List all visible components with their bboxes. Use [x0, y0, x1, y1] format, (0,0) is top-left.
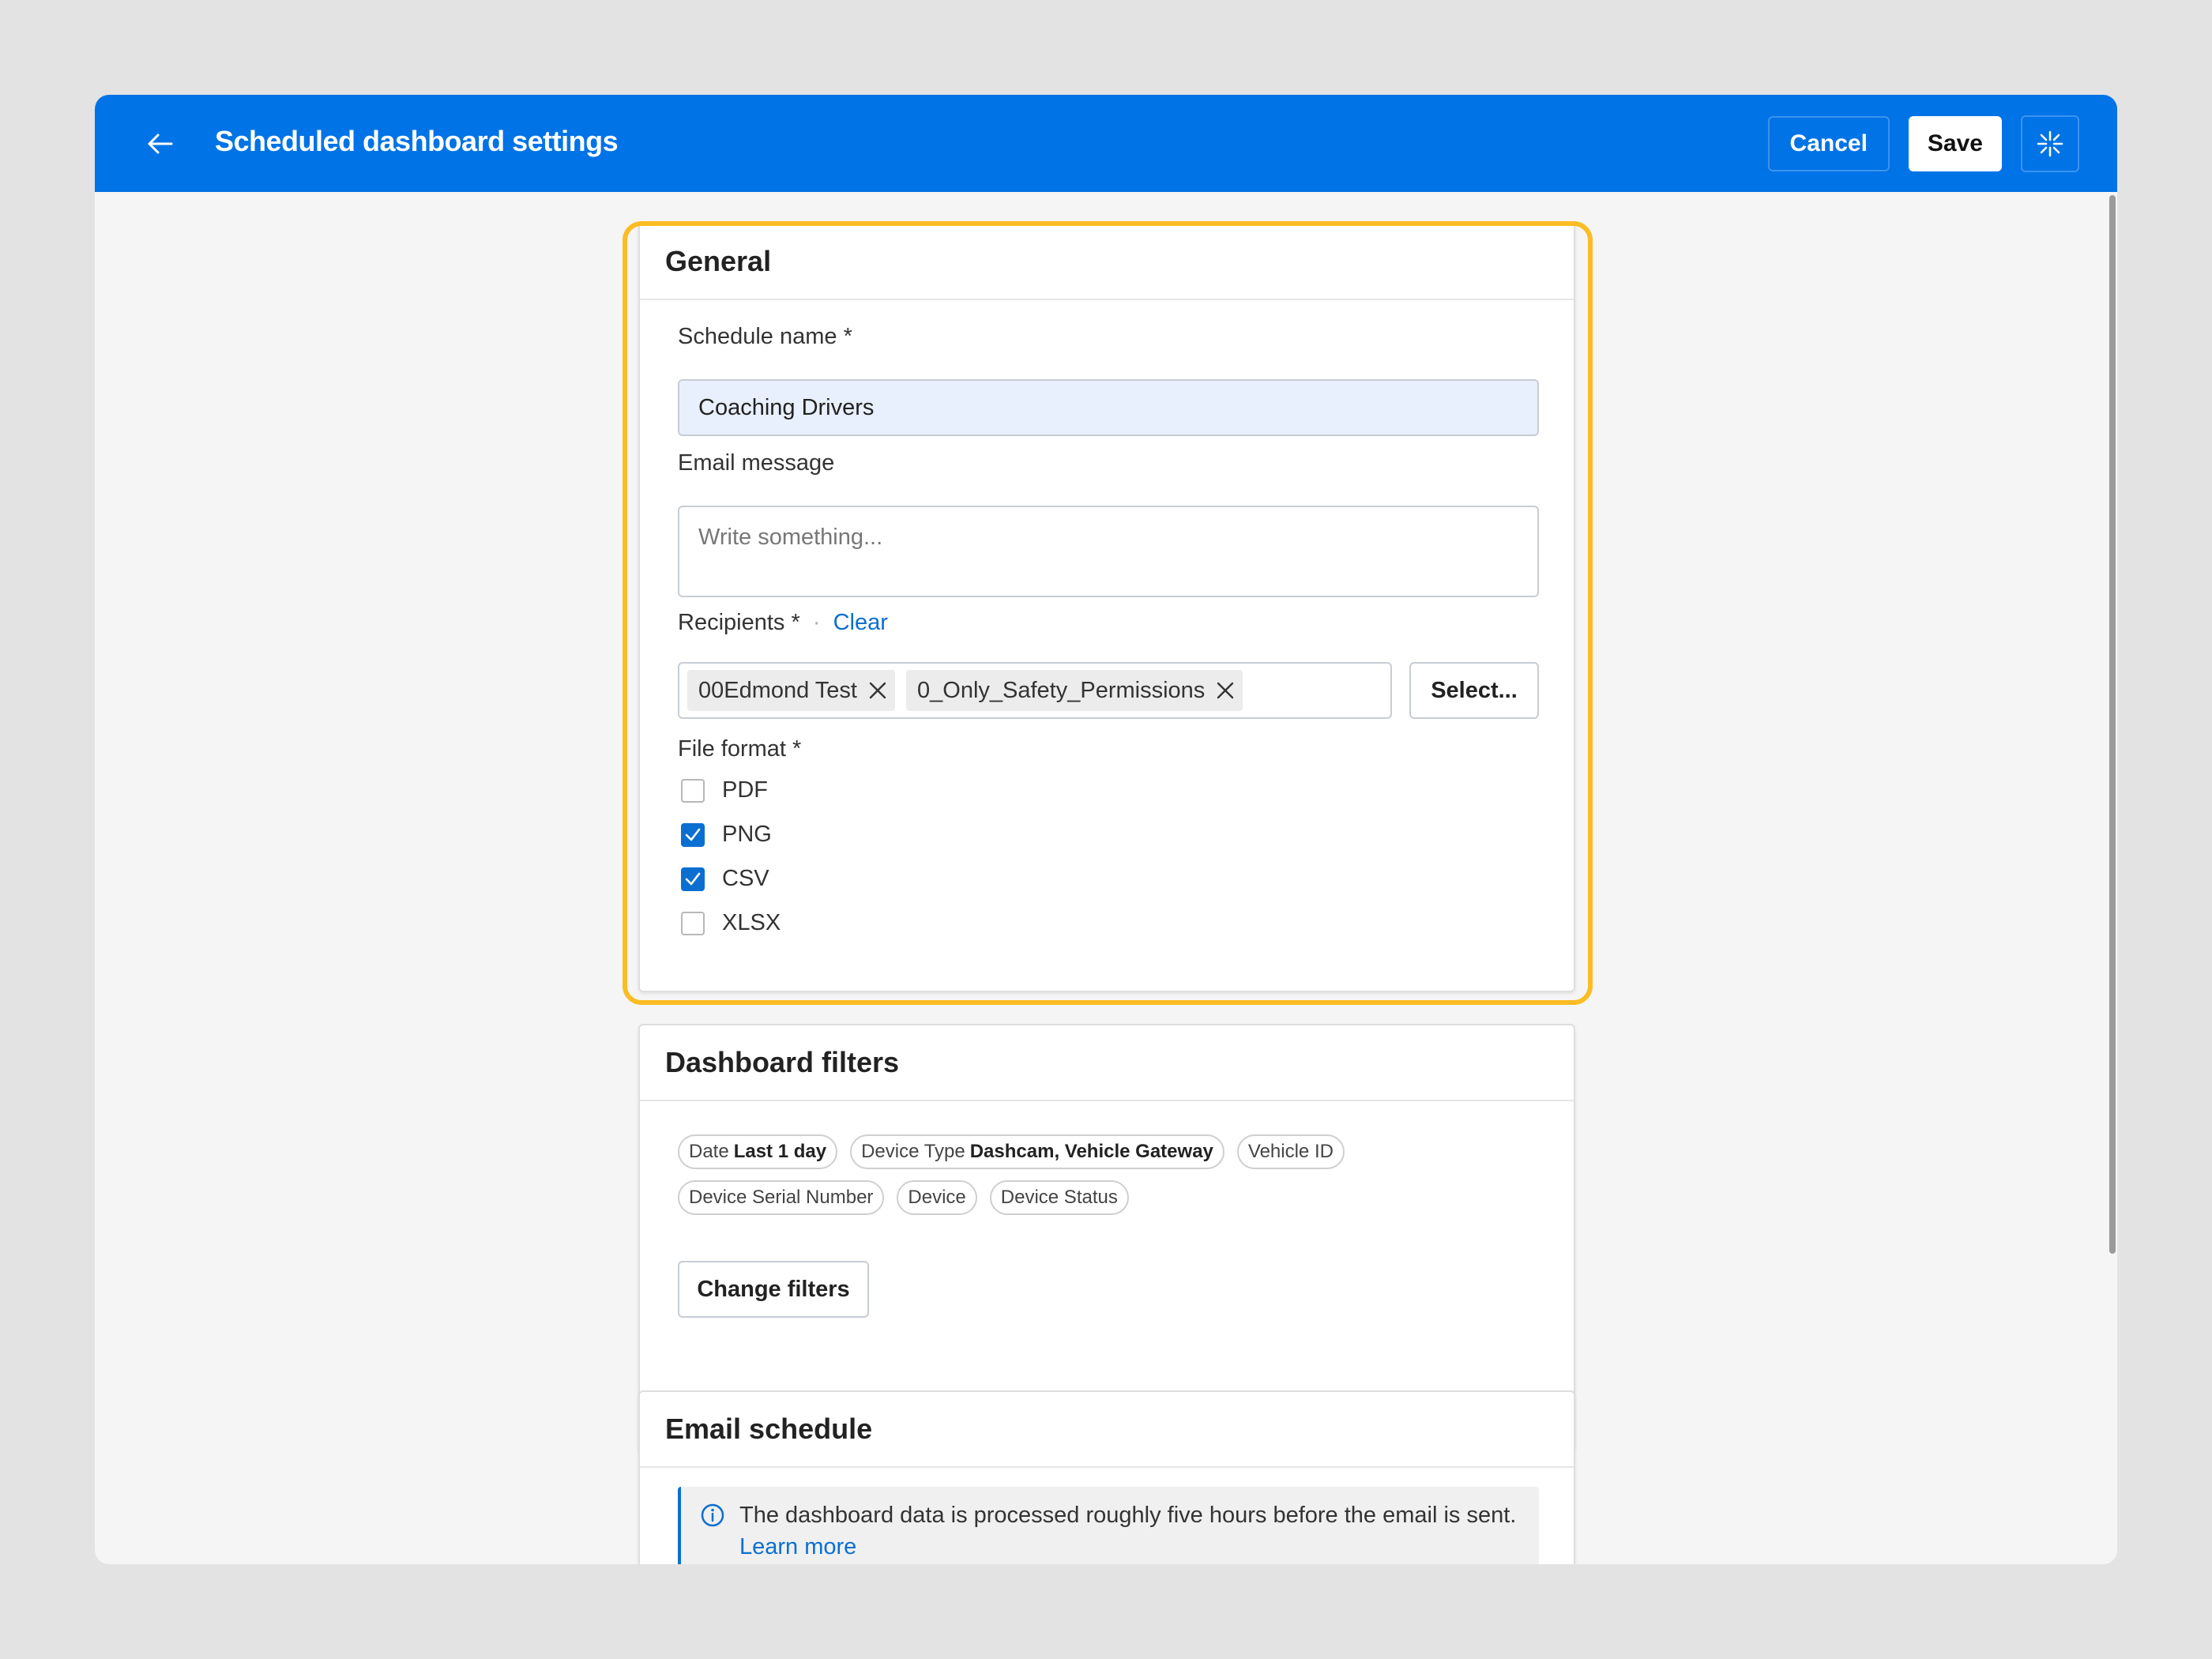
filter-pill-row: Date Last 1 day Device Type Dashcam, Vehic… — [678, 1134, 1345, 1169]
ai-assist-button[interactable] — [2021, 115, 2079, 172]
file-format-png[interactable]: PNG — [681, 822, 772, 848]
close-icon — [869, 682, 886, 699]
arrow-left-icon — [148, 134, 173, 154]
recipient-chip: 0_Only_Safety_Permissions — [906, 670, 1243, 711]
filter-pill-row: Device Serial Number Device Device Statu… — [678, 1180, 1129, 1215]
filter-pill-device-serial[interactable]: Device Serial Number — [678, 1180, 885, 1215]
recipients-label: Recipients * · Clear — [678, 610, 888, 635]
remove-recipient-button[interactable] — [868, 681, 887, 700]
clear-recipients-link[interactable]: Clear — [833, 610, 888, 635]
email-message-textarea[interactable] — [678, 506, 1539, 597]
checkbox[interactable] — [681, 778, 705, 803]
filter-pill-vehicle-id[interactable]: Vehicle ID — [1236, 1134, 1345, 1169]
change-filters-button[interactable]: Change filters — [678, 1261, 869, 1318]
close-icon — [1217, 682, 1234, 699]
schedule-name-label: Schedule name * — [678, 324, 852, 349]
page-title: Scheduled dashboard settings — [215, 125, 619, 157]
app-window: Scheduled dashboard settings Cancel Save… — [95, 95, 2117, 1564]
general-title: General — [640, 224, 1574, 300]
email-schedule-card: Email schedule The dashboard data is pro… — [638, 1390, 1575, 1564]
email-schedule-title: Email schedule — [640, 1392, 1574, 1468]
file-format-csv[interactable]: CSV — [681, 866, 769, 892]
checkmark-icon — [685, 872, 701, 885]
file-format-label: File format * — [678, 736, 802, 762]
filter-pill-device-status[interactable]: Device Status — [989, 1180, 1129, 1215]
cancel-button[interactable]: Cancel — [1767, 116, 1890, 171]
filters-title: Dashboard filters — [640, 1025, 1574, 1101]
dashboard-filters-card: Dashboard filters Date Last 1 day Device … — [638, 1024, 1575, 1454]
recipients-input[interactable]: 00Edmond Test 0_Only_Safety_Permissions — [678, 662, 1392, 719]
general-card: General Schedule name * Email message Re… — [638, 223, 1575, 992]
recipient-chip: 00Edmond Test — [687, 670, 895, 711]
info-icon — [701, 1503, 724, 1527]
header-actions: Cancel Save — [1767, 115, 2079, 172]
save-button[interactable]: Save — [1908, 116, 2002, 171]
info-text: The dashboard data is processed roughly … — [739, 1503, 1517, 1559]
schedule-name-input[interactable] — [678, 379, 1539, 436]
filter-pill-date[interactable]: Date Last 1 day — [678, 1134, 838, 1169]
checkmark-icon — [685, 828, 701, 841]
back-button[interactable] — [134, 123, 185, 164]
select-recipients-button[interactable]: Select... — [1409, 662, 1539, 719]
sparkle-icon — [2037, 130, 2063, 157]
remove-recipient-button[interactable] — [1216, 681, 1235, 700]
info-banner: The dashboard data is processed roughly … — [678, 1487, 1539, 1564]
scrollbar-thumb[interactable] — [2109, 195, 2116, 1254]
file-format-pdf[interactable]: PDF — [681, 777, 768, 803]
checkbox[interactable] — [681, 911, 705, 935]
email-message-label: Email message — [678, 450, 835, 476]
checkbox[interactable] — [681, 822, 705, 847]
checkbox[interactable] — [681, 867, 705, 891]
filter-pill-device-type[interactable]: Device Type Dashcam, Vehicle Gateway — [850, 1134, 1224, 1169]
file-format-xlsx[interactable]: XLSX — [681, 910, 781, 936]
learn-more-link[interactable]: Learn more — [739, 1534, 856, 1559]
top-bar: Scheduled dashboard settings Cancel Save — [95, 95, 2117, 192]
filter-pill-device[interactable]: Device — [897, 1180, 977, 1215]
